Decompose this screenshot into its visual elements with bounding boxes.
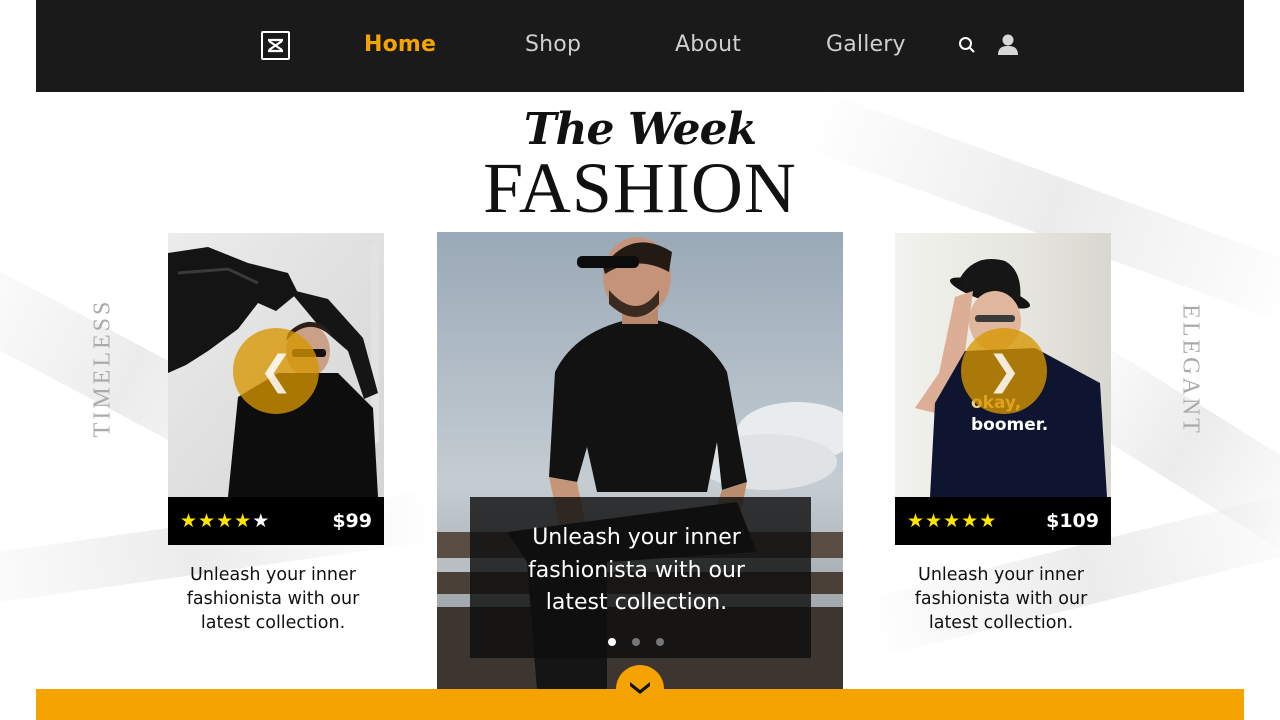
star-icon: ★ xyxy=(198,510,216,532)
caption-left: Unleash your inner fashionista with our … xyxy=(168,563,378,635)
price-bar-left: ★ ★ ★ ★ ★ $99 xyxy=(168,497,384,545)
star-icon: ★ xyxy=(979,510,997,532)
star-icon: ★ xyxy=(252,510,270,532)
star-icon: ★ xyxy=(180,510,198,532)
nav-link-shop[interactable]: Shop xyxy=(525,32,581,57)
next-slide-button[interactable]: ❯ xyxy=(961,328,1047,414)
featured-caption: Unleash your inner fashionista with our … xyxy=(470,522,803,620)
nav-link-gallery[interactable]: Gallery xyxy=(826,32,906,57)
caption-right: Unleash your inner fashionista with our … xyxy=(896,563,1106,635)
price-right: $109 xyxy=(1046,510,1099,532)
nav-link-home[interactable]: Home xyxy=(364,32,436,57)
price-left: $99 xyxy=(332,510,372,532)
chevron-left-icon: ❮ xyxy=(259,348,293,394)
star-icon: ★ xyxy=(907,510,925,532)
caption-line: fashionista with our xyxy=(186,589,360,609)
brand-logo-icon[interactable] xyxy=(261,31,290,60)
featured-caption-line: Unleash your inner xyxy=(532,525,741,550)
scroll-down-button[interactable] xyxy=(616,665,664,713)
hero-title-main: FASHION xyxy=(483,148,797,228)
price-bar-right: ★ ★ ★ ★ ★ $109 xyxy=(895,497,1111,545)
featured-caption-line: latest collection. xyxy=(545,590,728,615)
prev-slide-button[interactable]: ❮ xyxy=(233,328,319,414)
search-icon[interactable] xyxy=(958,36,976,59)
slide-dot-3[interactable] xyxy=(656,638,664,646)
caption-line: latest collection. xyxy=(200,613,346,633)
chevron-down-icon xyxy=(629,680,651,699)
star-icon: ★ xyxy=(943,510,961,532)
rating-stars-left: ★ ★ ★ ★ ★ xyxy=(180,512,269,531)
slide-indicators xyxy=(608,638,664,646)
featured-caption-line: fashionista with our xyxy=(528,557,745,583)
side-word-right: ELEGANT xyxy=(1177,304,1204,436)
nav-link-about[interactable]: About xyxy=(675,32,741,57)
svg-text:boomer.: boomer. xyxy=(971,415,1048,435)
star-icon: ★ xyxy=(234,510,252,532)
caption-line: Unleash your inner xyxy=(918,565,1084,585)
rating-stars-right: ★ ★ ★ ★ ★ xyxy=(907,512,996,531)
star-icon: ★ xyxy=(216,510,234,532)
star-icon: ★ xyxy=(925,510,943,532)
user-icon[interactable] xyxy=(997,33,1019,61)
side-word-left: TIMELESS xyxy=(89,298,116,438)
slide-dot-1[interactable] xyxy=(608,638,616,646)
top-navbar: Home Shop About Gallery xyxy=(36,0,1244,92)
chevron-right-icon: ❯ xyxy=(987,348,1021,394)
star-icon: ★ xyxy=(961,510,979,532)
caption-line: Unleash your inner xyxy=(190,565,356,585)
caption-line: fashionista with our xyxy=(914,589,1088,609)
slide-dot-2[interactable] xyxy=(632,638,640,646)
caption-line: latest collection. xyxy=(928,613,1074,633)
